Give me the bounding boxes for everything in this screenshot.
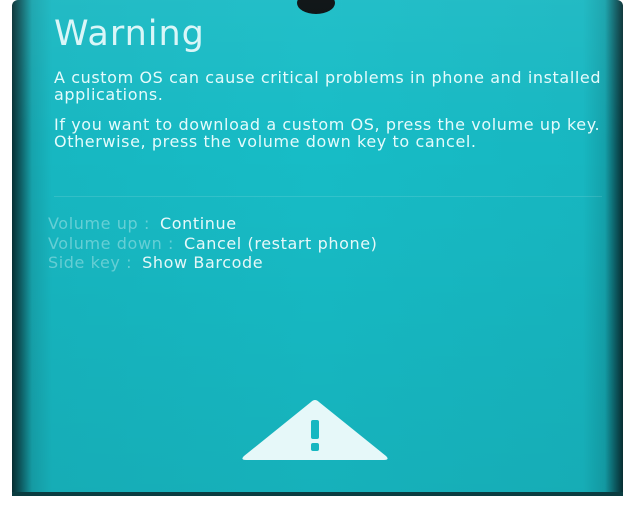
divider xyxy=(54,196,602,197)
screen-bottom-edge xyxy=(12,492,623,496)
option-volume-up[interactable]: Volume up : Continue xyxy=(48,214,237,233)
photo-frame: Warning A custom OS can cause critical p… xyxy=(0,0,630,519)
instruction-message: If you want to download a custom OS, pre… xyxy=(54,115,601,151)
option-side-key[interactable]: Side key : Show Barcode xyxy=(48,253,263,272)
option-key-label: Volume down : xyxy=(48,234,175,253)
page-title: Warning xyxy=(54,14,205,54)
front-camera-icon xyxy=(297,0,335,14)
option-action-label: Cancel (restart phone) xyxy=(184,234,378,253)
option-action-label: Continue xyxy=(159,214,237,233)
option-volume-down[interactable]: Volume down : Cancel (restart phone) xyxy=(48,234,378,253)
warning-triangle-icon xyxy=(242,400,388,460)
option-key-label: Side key : xyxy=(48,253,133,272)
option-key-label: Volume up : xyxy=(48,214,150,233)
option-action-label: Show Barcode xyxy=(142,253,264,272)
warning-message: A custom OS can cause critical problems … xyxy=(54,68,602,104)
